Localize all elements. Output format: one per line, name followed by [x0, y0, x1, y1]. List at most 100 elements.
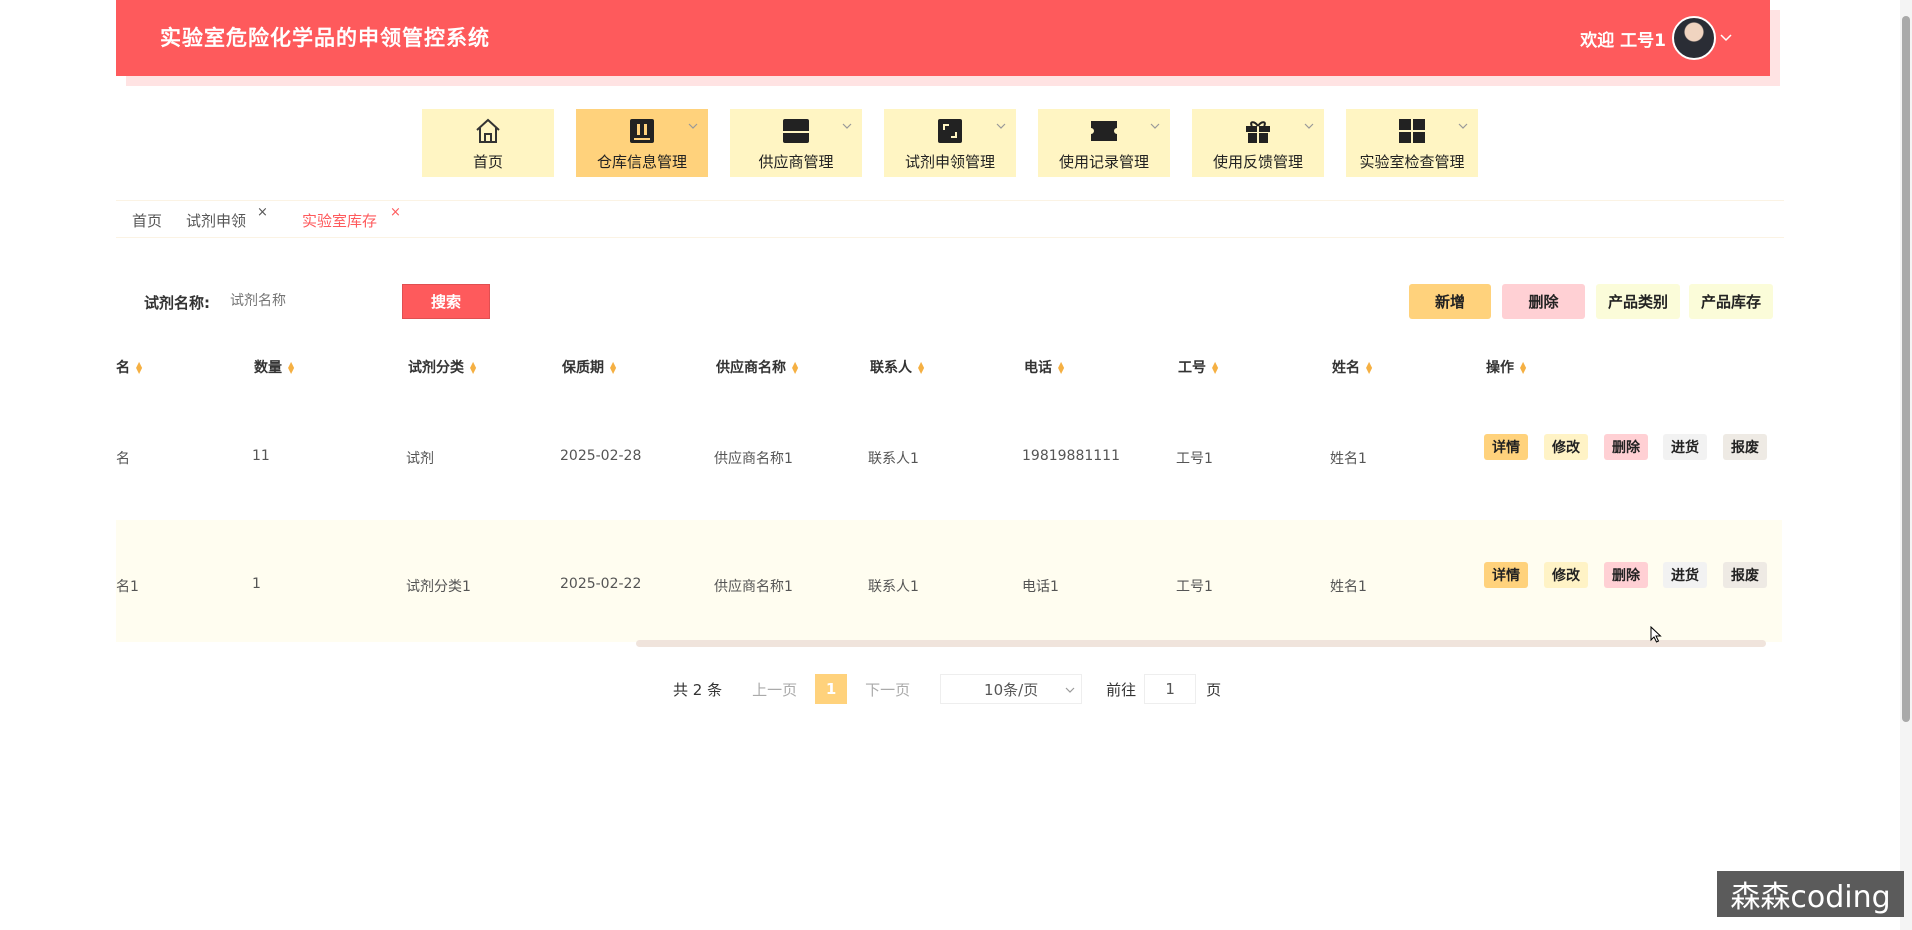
cell-phone: 电话1	[1022, 579, 1059, 595]
nav-label: 供应商管理	[758, 153, 834, 171]
supplier-icon	[781, 117, 811, 145]
column-header-supplier[interactable]: 供应商名称 ▲ ▼	[716, 357, 798, 377]
goto-page-input[interactable]: 1	[1144, 674, 1197, 704]
tab-reagent-apply[interactable]: 试剂申领	[186, 210, 246, 231]
cell-supplier: 供应商名称1	[714, 451, 793, 467]
product-stock-button[interactable]: 产品库存	[1689, 284, 1773, 319]
welcome-text: 欢迎 工号1	[1580, 30, 1666, 51]
ticket-icon	[1089, 117, 1119, 145]
goto-label: 前往	[1106, 680, 1137, 699]
edit-button[interactable]: 修改	[1544, 562, 1588, 588]
sort-icon: ▲ ▼	[918, 360, 925, 375]
detail-button[interactable]: 详情	[1484, 562, 1528, 588]
page-number[interactable]: 1	[815, 674, 848, 704]
delete-button[interactable]: 删除	[1604, 562, 1648, 588]
edit-button[interactable]: 修改	[1544, 434, 1588, 460]
top-nav: 首页 仓库信息管理 供应商管理 试剂申领管理 使用记录管理 使用反馈管理 实验室…	[422, 109, 1478, 177]
column-header-contact[interactable]: 联系人 ▲ ▼	[870, 357, 924, 377]
chevron-down-icon[interactable]	[1720, 31, 1732, 45]
search-button[interactable]: 搜索	[402, 284, 490, 319]
sort-icon: ▲ ▼	[1058, 360, 1065, 375]
nav-item-reagent-apply[interactable]: 试剂申领管理	[884, 109, 1016, 177]
watermark: 森森coding	[1717, 871, 1904, 917]
app-header: 实验室危险化学品的申领管控系统 欢迎 工号1	[116, 0, 1770, 76]
column-header-name[interactable]: 名 ▲ ▼	[116, 357, 142, 377]
reagent-apply-icon	[935, 117, 965, 145]
scrap-button[interactable]: 报废	[1723, 434, 1767, 460]
tab-lab-stock[interactable]: 实验室库存	[302, 210, 377, 231]
cell-worker-no: 工号1	[1176, 451, 1213, 467]
nav-label: 首页	[472, 153, 503, 171]
add-button[interactable]: 新增	[1409, 284, 1491, 319]
data-table: 名 ▲ ▼ 数量 ▲ ▼ 试剂分类 ▲ ▼ 保质期 ▲ ▼ 供应商名称 ▲ ▼ 联系人 ▲ ▼ 电话 ▲ ▼…	[116, 344, 1782, 646]
cell-phone: 19819881111	[1022, 448, 1120, 464]
column-header-expiry[interactable]: 保质期 ▲ ▼	[562, 357, 616, 377]
column-header-worker-no[interactable]: 工号 ▲ ▼	[1178, 357, 1218, 377]
delete-button[interactable]: 删除	[1502, 284, 1585, 319]
tab-bar: 首页 试剂申领 × 实验室库存 ×	[116, 200, 1784, 238]
search-label: 试剂名称:	[144, 294, 210, 312]
nav-label: 使用反馈管理	[1212, 153, 1303, 171]
cell-supplier: 供应商名称1	[714, 579, 793, 595]
sort-icon: ▲ ▼	[470, 360, 477, 375]
gift-icon	[1243, 117, 1273, 145]
grid-icon	[1397, 117, 1427, 145]
nav-item-warehouse[interactable]: 仓库信息管理	[576, 109, 708, 177]
nav-item-lab-inspection[interactable]: 实验室检查管理	[1346, 109, 1478, 177]
cell-worker-no: 工号1	[1176, 579, 1213, 595]
column-header-person[interactable]: 姓名 ▲ ▼	[1332, 357, 1372, 377]
home-icon	[473, 117, 503, 145]
sort-icon: ▲ ▼	[1366, 360, 1373, 375]
cell-person: 姓名1	[1330, 579, 1367, 595]
prev-page-button[interactable]: 上一页	[752, 679, 797, 700]
column-header-actions[interactable]: 操作 ▲ ▼	[1486, 357, 1526, 377]
column-header-phone[interactable]: 电话 ▲ ▼	[1024, 357, 1064, 377]
table-row: 名1 1 试剂分类1 2025-02-22 供应商名称1 联系人1 电话1 工号…	[116, 520, 1782, 642]
sort-icon: ▲ ▼	[288, 360, 295, 375]
close-icon[interactable]: ×	[257, 205, 268, 220]
close-icon[interactable]: ×	[390, 205, 401, 220]
nav-label: 使用记录管理	[1058, 153, 1149, 171]
nav-label: 试剂申领管理	[904, 153, 995, 171]
vertical-scrollbar[interactable]	[1900, 0, 1912, 930]
nav-item-home[interactable]: 首页	[422, 109, 554, 177]
user-menu[interactable]: 欢迎 工号1	[1580, 16, 1732, 60]
avatar[interactable]	[1672, 16, 1716, 60]
nav-item-feedback[interactable]: 使用反馈管理	[1192, 109, 1324, 177]
sort-icon: ▲ ▼	[136, 360, 143, 375]
column-header-category[interactable]: 试剂分类 ▲ ▼	[408, 357, 476, 377]
cell-contact: 联系人1	[868, 579, 919, 595]
chevron-down-icon	[1304, 119, 1314, 132]
nav-item-supplier[interactable]: 供应商管理	[730, 109, 862, 177]
nav-label: 仓库信息管理	[596, 153, 687, 171]
restock-button[interactable]: 进货	[1663, 562, 1707, 588]
chevron-down-icon	[996, 119, 1006, 132]
sort-icon: ▲ ▼	[1520, 360, 1527, 375]
page-unit-label: 页	[1206, 680, 1222, 699]
sort-icon: ▲ ▼	[792, 360, 799, 375]
detail-button[interactable]: 详情	[1484, 434, 1528, 460]
table-row: 名 11 试剂 2025-02-28 供应商名称1 联系人1 198198811…	[116, 394, 1782, 514]
chevron-down-icon	[1458, 119, 1468, 132]
delete-button[interactable]: 删除	[1604, 434, 1648, 460]
pagination: 共 2 条 上一页 1 下一页 10条/页 前往 1 页	[673, 674, 1221, 704]
next-page-button[interactable]: 下一页	[865, 679, 910, 700]
tab-home[interactable]: 首页	[132, 210, 162, 231]
column-header-qty[interactable]: 数量 ▲ ▼	[254, 357, 294, 377]
scrap-button[interactable]: 报废	[1723, 562, 1767, 588]
page-size-select[interactable]: 10条/页	[940, 674, 1083, 704]
cell-qty: 1	[252, 576, 261, 592]
search-input[interactable]	[230, 284, 390, 318]
warehouse-icon	[627, 117, 657, 145]
sort-icon: ▲ ▼	[610, 360, 617, 375]
cell-expiry: 2025-02-28	[560, 448, 642, 464]
chevron-down-icon	[688, 119, 698, 132]
horizontal-scrollbar[interactable]	[636, 640, 1766, 647]
nav-item-usage-records[interactable]: 使用记录管理	[1038, 109, 1170, 177]
product-category-button[interactable]: 产品类别	[1596, 284, 1680, 319]
cell-person: 姓名1	[1330, 451, 1367, 467]
mouse-cursor-icon	[1650, 625, 1662, 644]
restock-button[interactable]: 进货	[1663, 434, 1707, 460]
cell-category: 试剂	[406, 451, 434, 467]
scrollbar-thumb[interactable]	[1902, 16, 1910, 722]
